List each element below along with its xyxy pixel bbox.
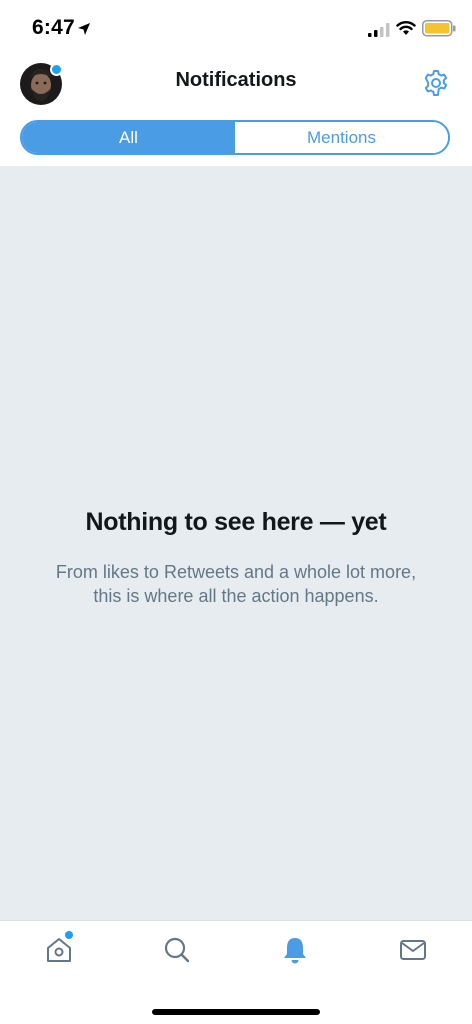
cellular-signal-icon bbox=[368, 23, 390, 37]
home-notification-dot bbox=[64, 930, 74, 940]
notifications-screen: 6:47 Notifications All Mentions Nothing … bbox=[0, 0, 472, 1024]
wifi-icon bbox=[396, 21, 416, 35]
location-arrow-icon bbox=[78, 23, 90, 35]
tab-mentions[interactable]: Mentions bbox=[235, 122, 448, 153]
mail-icon[interactable] bbox=[398, 935, 428, 965]
gear-icon[interactable] bbox=[422, 69, 450, 97]
tab-all[interactable]: All bbox=[22, 122, 235, 153]
home-indicator[interactable] bbox=[152, 1009, 320, 1015]
search-icon[interactable] bbox=[162, 935, 192, 965]
empty-state-title: Nothing to see here — yet bbox=[85, 508, 387, 536]
status-time: 6:47 bbox=[32, 16, 75, 39]
notification-filter-tabs: All Mentions bbox=[20, 120, 450, 155]
empty-state-description: From likes to Retweets and a whole lot m… bbox=[55, 562, 417, 606]
battery-icon bbox=[422, 20, 456, 37]
page-title: Notifications bbox=[175, 69, 297, 91]
notifications-feed: Nothing to see here — yet From likes to … bbox=[0, 166, 472, 920]
bottom-tab-bar bbox=[0, 920, 472, 1024]
bell-icon[interactable] bbox=[280, 935, 310, 965]
status-bar: 6:47 bbox=[0, 0, 472, 56]
header: Notifications bbox=[0, 56, 472, 112]
